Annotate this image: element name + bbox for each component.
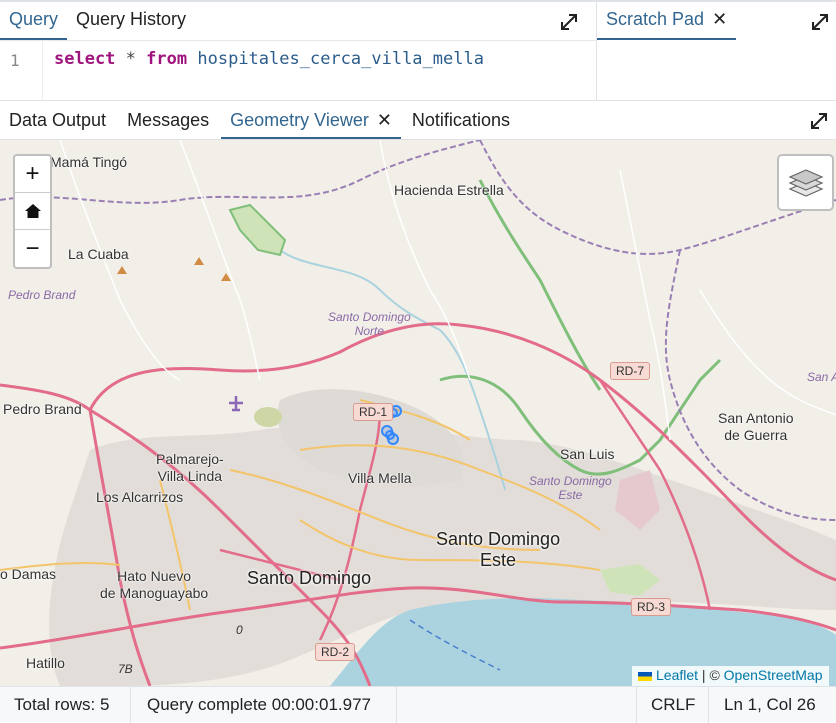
zoom-out-button[interactable]: − bbox=[15, 230, 50, 267]
table-identifier: hospitales_cerca_villa_mella bbox=[197, 49, 484, 69]
osm-link[interactable]: OpenStreetMap bbox=[724, 667, 823, 683]
geometry-viewer-label: Geometry Viewer bbox=[230, 110, 369, 130]
ukraine-flag-icon bbox=[638, 671, 652, 681]
scratch-pad-panel: Scratch Pad ✕ bbox=[596, 2, 836, 102]
label-palmarejo: Palmarejo- Villa Linda bbox=[156, 451, 224, 484]
label-la-cuaba: La Cuaba bbox=[68, 246, 129, 262]
tab-notifications[interactable]: Notifications bbox=[403, 101, 519, 139]
geometry-map[interactable]: Mamá Tingó Hacienda Estrella La Cuaba Pe… bbox=[0, 140, 836, 686]
query-tabs: Query Query History bbox=[0, 2, 195, 40]
close-scratch-pad-icon[interactable]: ✕ bbox=[712, 9, 727, 29]
status-divider bbox=[708, 687, 709, 723]
tab-query-history[interactable]: Query History bbox=[67, 2, 195, 40]
route-mark-7b: 7B bbox=[118, 662, 133, 676]
layers-icon bbox=[788, 168, 823, 197]
status-bar: Total rows: 5 Query complete 00:00:01.97… bbox=[0, 686, 836, 723]
map-attribution: Leaflet | © OpenStreetMap bbox=[632, 666, 829, 686]
status-divider bbox=[636, 687, 637, 723]
label-hacienda-estrella: Hacienda Estrella bbox=[394, 182, 504, 198]
keyword-select: select bbox=[54, 49, 116, 69]
home-button[interactable] bbox=[15, 193, 50, 230]
label-santo-domingo-este: Santo Domingo Este bbox=[436, 529, 561, 570]
label-santo-domingo: Santo Domingo bbox=[247, 568, 372, 588]
label-villa-mella: Villa Mella bbox=[348, 470, 412, 486]
shield-rd3: RD-3 bbox=[631, 598, 672, 616]
label-pedro-brand-area: Pedro Brand bbox=[8, 288, 76, 302]
hospital-markers-layer bbox=[381, 405, 402, 445]
tab-data-output[interactable]: Data Output bbox=[0, 101, 115, 139]
keyword-from: from bbox=[146, 49, 188, 69]
layers-button[interactable] bbox=[777, 154, 834, 211]
maximize-results-icon[interactable] bbox=[808, 110, 830, 132]
line-number: 1 bbox=[10, 51, 20, 70]
status-divider bbox=[130, 687, 131, 723]
editor-gutter bbox=[42, 41, 43, 103]
zoom-in-button[interactable]: + bbox=[15, 156, 50, 193]
sql-editor[interactable]: 1 select * from hospitales_cerca_villa_m… bbox=[0, 40, 596, 103]
operator-star: * bbox=[125, 49, 136, 69]
maximize-scratch-pad-icon[interactable] bbox=[809, 11, 831, 33]
attribution-separator: | © bbox=[698, 667, 724, 683]
zoom-control: + − bbox=[13, 154, 52, 269]
shield-rd1: RD-1 bbox=[353, 403, 394, 421]
label-hato-nuevo: Hato Nuevo de Manoguayabo bbox=[100, 568, 209, 601]
label-san-a: San A bbox=[807, 370, 836, 384]
query-editor-header: Query Query History 1 select * from hosp… bbox=[0, 0, 836, 103]
results-panel-tabs: Data Output Messages Geometry Viewer ✕ No… bbox=[0, 100, 836, 140]
label-hatillo: Hatillo bbox=[26, 655, 65, 671]
shield-rd2: RD-2 bbox=[315, 643, 356, 661]
close-geometry-viewer-icon[interactable]: ✕ bbox=[377, 110, 392, 130]
scratch-pad-label: Scratch Pad bbox=[606, 9, 705, 29]
tab-scratch-pad[interactable]: Scratch Pad ✕ bbox=[597, 2, 737, 40]
tab-geometry-viewer[interactable]: Geometry Viewer ✕ bbox=[221, 101, 401, 139]
label-mama-tingo: Mamá Tingó bbox=[50, 154, 128, 170]
label-sd-este-area: Santo Domingo Este bbox=[529, 474, 612, 502]
sql-code[interactable]: select * from hospitales_cerca_villa_mel… bbox=[54, 49, 484, 69]
total-rows: Total rows: 5 bbox=[14, 695, 110, 714]
label-sd-norte: Santo Domingo Norte bbox=[328, 310, 411, 338]
leaflet-link[interactable]: Leaflet bbox=[656, 667, 698, 683]
label-san-luis: San Luis bbox=[560, 446, 615, 462]
shield-rd7: RD-7 bbox=[610, 362, 651, 380]
label-damas: o Damas bbox=[0, 566, 57, 582]
status-divider bbox=[396, 687, 397, 723]
route-mark-0: 0 bbox=[236, 623, 243, 637]
line-endings[interactable]: CRLF bbox=[651, 695, 695, 715]
maximize-query-icon[interactable] bbox=[558, 11, 580, 33]
hospital-marker[interactable] bbox=[385, 430, 395, 440]
label-san-antonio: San Antonio de Guerra bbox=[718, 410, 794, 443]
tab-messages[interactable]: Messages bbox=[118, 101, 218, 139]
tab-query[interactable]: Query bbox=[0, 2, 68, 40]
home-icon bbox=[24, 204, 41, 218]
label-pedro-brand: Pedro Brand bbox=[3, 401, 82, 417]
label-los-alcarrizos: Los Alcarrizos bbox=[96, 489, 184, 505]
cursor-position: Ln 1, Col 26 bbox=[724, 695, 816, 714]
query-time: Query complete 00:00:01.977 bbox=[147, 695, 371, 714]
